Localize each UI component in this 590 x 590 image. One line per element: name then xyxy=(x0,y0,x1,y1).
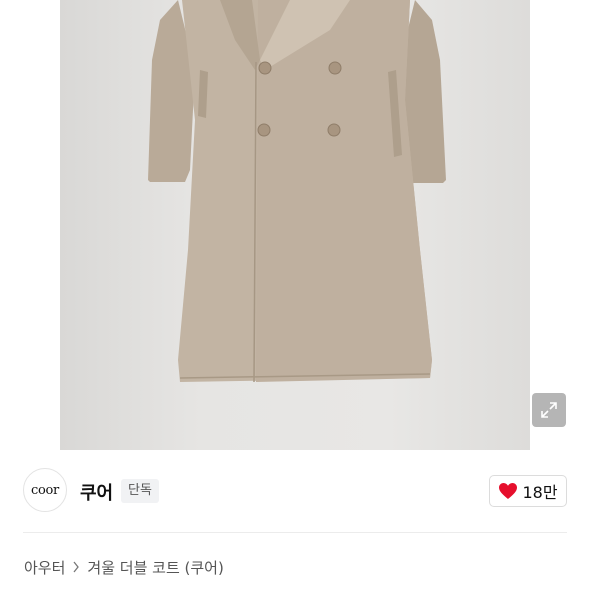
chevron-right-icon xyxy=(72,561,80,573)
breadcrumb: 아우터 겨울 더블 코트 (쿠어) xyxy=(24,556,224,578)
breadcrumb-product: 겨울 더블 코트 (쿠어) xyxy=(87,558,224,577)
breadcrumb-category[interactable]: 아우터 xyxy=(24,557,65,578)
product-image-area xyxy=(0,0,590,450)
exclusive-badge: 단독 xyxy=(121,479,159,503)
brand-logo[interactable]: coor xyxy=(23,468,67,512)
like-count: 18만 xyxy=(522,483,558,502)
heart-icon xyxy=(499,483,518,499)
brand-logo-text: coor xyxy=(31,482,59,498)
expand-icon xyxy=(541,402,557,418)
coat-illustration xyxy=(148,0,446,383)
expand-image-button[interactable] xyxy=(532,393,566,427)
brand-name[interactable]: 쿠어 xyxy=(80,479,113,505)
like-button[interactable]: 18만 xyxy=(489,475,567,507)
divider xyxy=(23,532,567,533)
product-detail-page: coor 쿠어 단독 18만 아우터 겨울 더블 코트 (쿠어) xyxy=(0,0,590,590)
product-photo[interactable] xyxy=(60,0,530,450)
